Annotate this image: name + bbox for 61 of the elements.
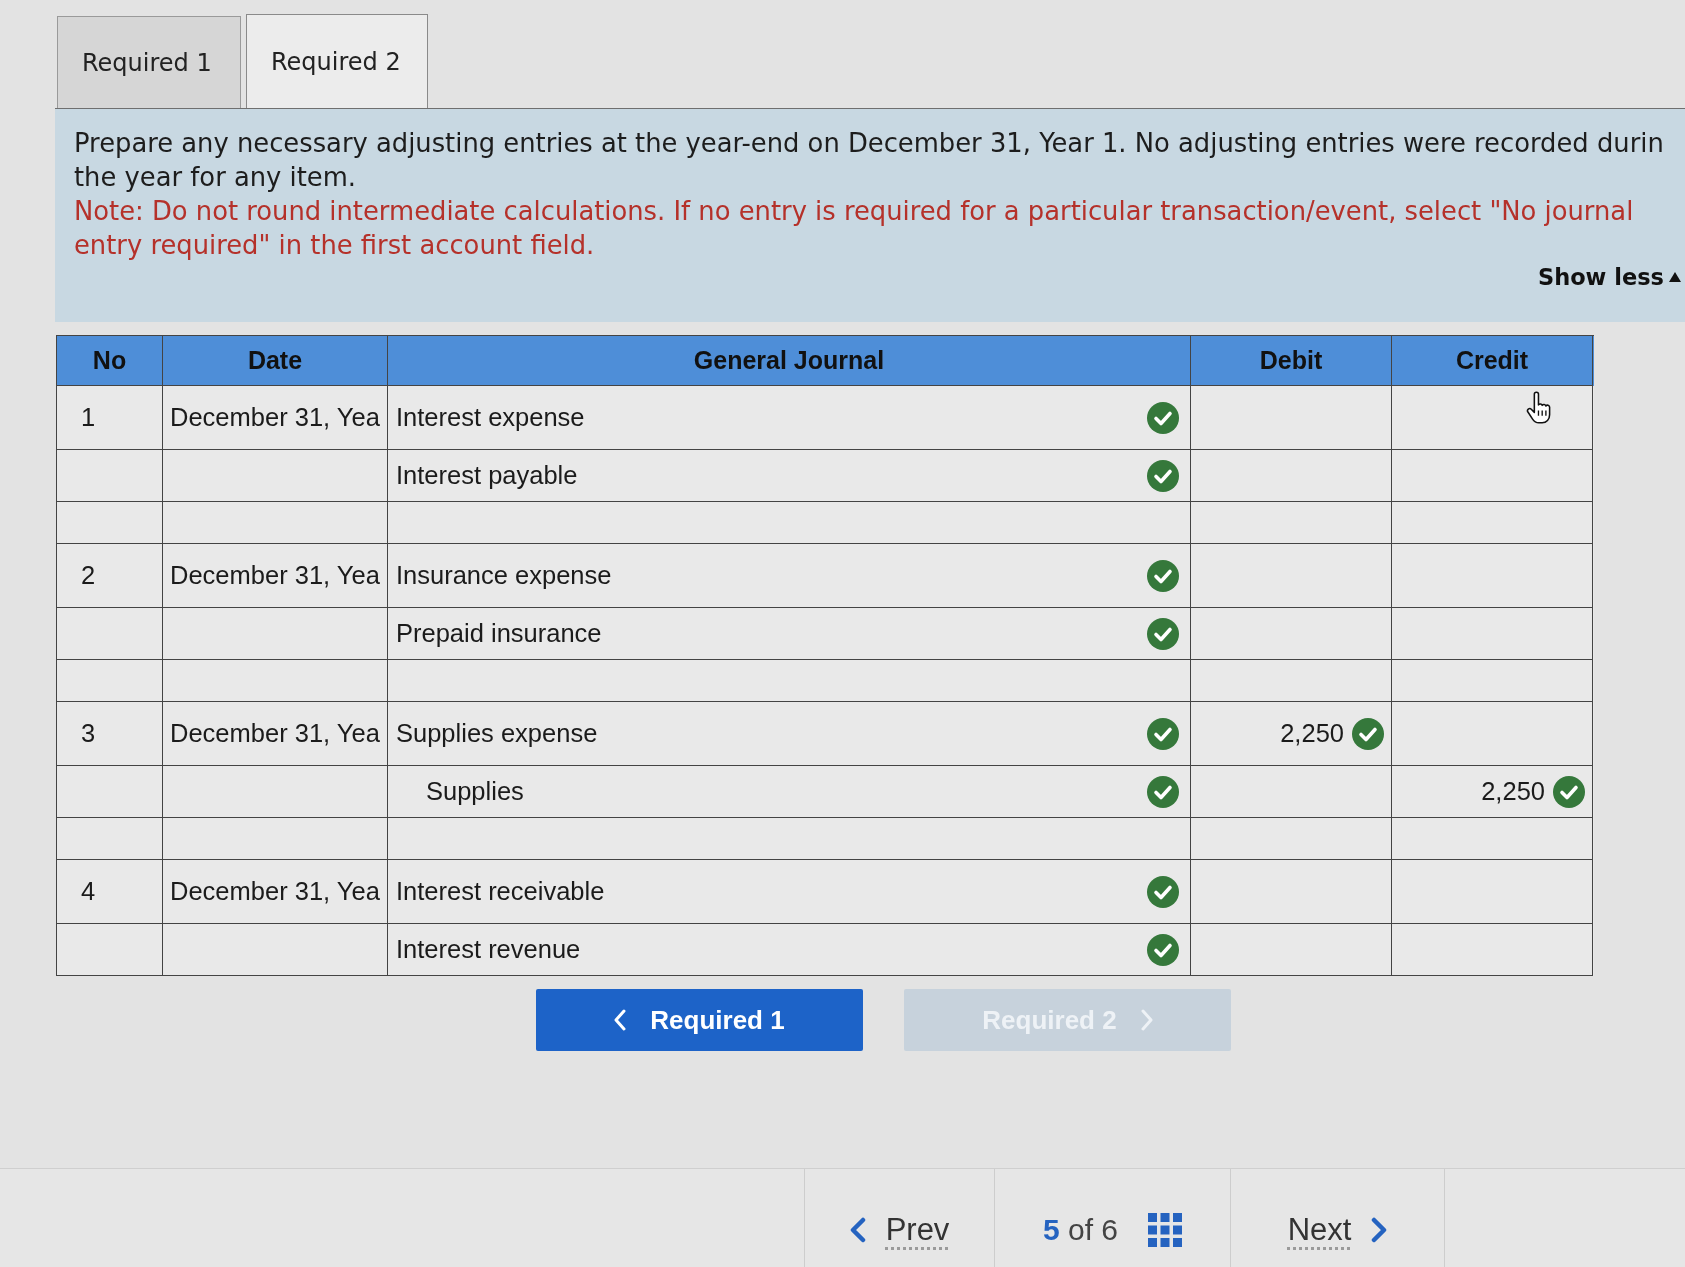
credit-field[interactable] [1392, 544, 1593, 608]
chevron-right-icon [1140, 1009, 1153, 1031]
page-indicator: 5 of 6 [1042, 1213, 1119, 1247]
grid-icon[interactable] [1148, 1213, 1183, 1247]
credit-field[interactable]: 2,250 [1392, 766, 1593, 818]
debit-field[interactable] [1191, 860, 1392, 924]
debit-field[interactable] [1191, 502, 1392, 544]
instruction-text: Prepare any necessary adjusting entries at the year-end on December 31, Year 1. No adjusting entries were recorded durin the year for any item. [74, 127, 1665, 194]
account-field[interactable] [388, 818, 1191, 860]
debit-field[interactable] [1191, 818, 1392, 860]
credit-field[interactable] [1392, 924, 1593, 976]
account-field[interactable]: Insurance expense [388, 544, 1191, 608]
account-field[interactable]: Prepaid insurance [388, 608, 1191, 660]
entry-date: December 31, Yea [170, 719, 380, 748]
tab[interactable]: Required 1 [57, 16, 241, 108]
account-field[interactable] [388, 502, 1191, 544]
credit-field[interactable] [1392, 502, 1593, 544]
account-field[interactable]: Interest expense [388, 386, 1191, 450]
account-field[interactable]: Supplies [388, 766, 1191, 818]
column-header: General Journal [388, 336, 1191, 386]
show-less-link[interactable]: Show less [1537, 264, 1681, 290]
hand-cursor-icon [1526, 391, 1553, 424]
debit-field[interactable]: 2,250 [1191, 702, 1392, 766]
entry-date: December 31, Yea [170, 561, 380, 590]
column-header: No [57, 336, 163, 386]
prev-button[interactable]: Prev [849, 1212, 950, 1248]
credit-field[interactable] [1392, 860, 1593, 924]
debit-field[interactable] [1191, 386, 1392, 450]
column-header: Credit [1392, 336, 1593, 386]
entry-number: 1 [81, 403, 96, 432]
debit-field[interactable] [1191, 924, 1392, 976]
chevron-left-icon [614, 1009, 627, 1031]
column-header: Date [163, 336, 388, 386]
debit-field[interactable] [1191, 766, 1392, 818]
entry-number: 4 [81, 877, 96, 906]
account-field[interactable]: Interest revenue [388, 924, 1191, 976]
credit-field[interactable] [1392, 660, 1593, 702]
credit-field[interactable] [1392, 608, 1593, 660]
account-field[interactable]: Interest receivable [388, 860, 1191, 924]
account-field[interactable] [388, 660, 1191, 702]
chevron-left-icon [849, 1217, 866, 1243]
note-text: Note: Do not round intermediate calculations. If no entry is required for a particular transaction/event, select "No journal entry required" in the first account field. [74, 195, 1635, 262]
chevron-right-icon [1371, 1217, 1388, 1243]
credit-field[interactable] [1392, 702, 1593, 766]
debit-field[interactable] [1191, 450, 1392, 502]
debit-field[interactable] [1191, 660, 1392, 702]
debit-field[interactable] [1191, 544, 1392, 608]
column-header: Debit [1191, 336, 1392, 386]
credit-field[interactable] [1392, 450, 1593, 502]
credit-field[interactable] [1392, 386, 1593, 450]
account-field[interactable]: Supplies expense [388, 702, 1191, 766]
tab[interactable]: Required 2 [246, 14, 428, 108]
credit-field[interactable] [1392, 818, 1593, 860]
entry-number: 3 [81, 719, 96, 748]
debit-field[interactable] [1191, 608, 1392, 660]
entry-date: December 31, Yea [170, 403, 380, 432]
entry-date: December 31, Yea [170, 877, 380, 906]
back-button[interactable]: Required 1 [536, 989, 863, 1051]
account-field[interactable]: Interest payable [388, 450, 1191, 502]
next-button[interactable]: Next [1287, 1212, 1388, 1248]
entry-number: 2 [81, 561, 96, 590]
